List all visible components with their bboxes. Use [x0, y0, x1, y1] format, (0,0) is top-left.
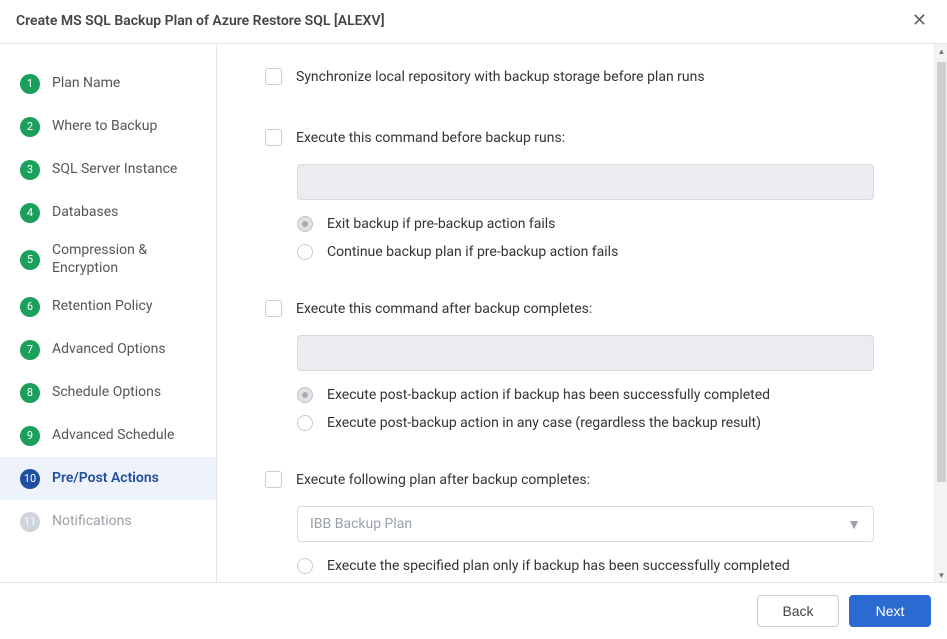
- content-panel: Synchronize local repository with backup…: [217, 44, 934, 582]
- step-label: Where to Backup: [52, 118, 157, 136]
- step-advanced-schedule[interactable]: 9 Advanced Schedule: [0, 414, 216, 457]
- next-plan-radio-success-label: Execute the specified plan only if backu…: [327, 558, 790, 574]
- step-number: 11: [20, 512, 40, 532]
- sync-checkbox[interactable]: [265, 68, 282, 85]
- pre-radio-continue[interactable]: [297, 244, 313, 260]
- post-radio-success-label: Execute post-backup action if backup has…: [327, 387, 770, 403]
- step-number: 2: [20, 117, 40, 137]
- step-plan-name[interactable]: 1 Plan Name: [0, 62, 216, 105]
- next-plan-label: Execute following plan after backup comp…: [296, 472, 590, 488]
- next-plan-row: Execute following plan after backup comp…: [265, 459, 874, 498]
- close-button[interactable]: ✕: [908, 10, 931, 31]
- step-number: 8: [20, 383, 40, 403]
- post-cmd-checkbox[interactable]: [265, 300, 282, 317]
- step-label: Advanced Schedule: [52, 427, 174, 445]
- step-pre-post-actions[interactable]: 10 Pre/Post Actions: [0, 457, 216, 500]
- pre-radio-continue-label: Continue backup plan if pre-backup actio…: [327, 244, 618, 260]
- pre-radio-exit-label: Exit backup if pre-backup action fails: [327, 216, 555, 232]
- chevron-down-icon: ▼: [847, 516, 861, 533]
- step-label: Schedule Options: [52, 384, 161, 402]
- post-radio-any-label: Execute post-backup action in any case (…: [327, 415, 761, 431]
- post-cmd-label: Execute this command after backup comple…: [296, 301, 592, 317]
- step-number: 7: [20, 340, 40, 360]
- wizard-sidebar: 1 Plan Name 2 Where to Backup 3 SQL Serv…: [0, 44, 217, 582]
- dialog-footer: Back Next: [0, 582, 947, 639]
- step-number: 9: [20, 426, 40, 446]
- pre-cmd-input[interactable]: [297, 164, 874, 200]
- next-button[interactable]: Next: [849, 595, 931, 627]
- back-button[interactable]: Back: [757, 595, 839, 627]
- step-label: Plan Name: [52, 75, 120, 93]
- dialog-body: 1 Plan Name 2 Where to Backup 3 SQL Serv…: [0, 44, 947, 582]
- step-label: Compression & Encryption: [52, 242, 206, 277]
- pre-cmd-label: Execute this command before backup runs:: [296, 130, 565, 146]
- post-radio-success[interactable]: [297, 387, 313, 403]
- step-schedule-options[interactable]: 8 Schedule Options: [0, 371, 216, 414]
- step-number: 10: [20, 469, 40, 489]
- post-cmd-row: Execute this command after backup comple…: [265, 288, 874, 327]
- step-label: Pre/Post Actions: [52, 470, 159, 488]
- step-advanced-options[interactable]: 7 Advanced Options: [0, 328, 216, 371]
- post-radio-success-row[interactable]: Execute post-backup action if backup has…: [297, 381, 874, 409]
- step-number: 3: [20, 160, 40, 180]
- close-icon: ✕: [912, 10, 927, 30]
- next-plan-checkbox[interactable]: [265, 471, 282, 488]
- sync-row: Synchronize local repository with backup…: [265, 56, 874, 95]
- step-where-to-backup[interactable]: 2 Where to Backup: [0, 105, 216, 148]
- step-retention-policy[interactable]: 6 Retention Policy: [0, 285, 216, 328]
- post-radio-any-row[interactable]: Execute post-backup action in any case (…: [297, 409, 874, 437]
- next-plan-radio-success[interactable]: [297, 558, 313, 574]
- step-number: 1: [20, 74, 40, 94]
- next-plan-value: IBB Backup Plan: [310, 516, 412, 532]
- pre-cmd-row: Execute this command before backup runs:: [265, 117, 874, 156]
- dialog-header: Create MS SQL Backup Plan of Azure Resto…: [0, 0, 947, 44]
- pre-radio-continue-row[interactable]: Continue backup plan if pre-backup actio…: [297, 238, 874, 266]
- scroll-up-icon[interactable]: ▲: [935, 44, 947, 58]
- step-label: Notifications: [52, 513, 132, 531]
- step-notifications[interactable]: 11 Notifications: [0, 500, 216, 543]
- step-compression-encryption[interactable]: 5 Compression & Encryption: [0, 234, 216, 285]
- step-label: Databases: [52, 204, 118, 222]
- scroll-thumb[interactable]: [937, 62, 946, 482]
- content-outer: Synchronize local repository with backup…: [217, 44, 947, 582]
- pre-cmd-checkbox[interactable]: [265, 129, 282, 146]
- step-databases[interactable]: 4 Databases: [0, 191, 216, 234]
- step-label: Retention Policy: [52, 298, 152, 316]
- step-label: Advanced Options: [52, 341, 166, 359]
- post-cmd-input[interactable]: [297, 335, 874, 371]
- scroll-down-icon[interactable]: ▼: [935, 568, 947, 582]
- step-label: SQL Server Instance: [52, 161, 177, 179]
- step-number: 5: [20, 250, 40, 270]
- pre-radio-exit[interactable]: [297, 216, 313, 232]
- pre-radio-exit-row[interactable]: Exit backup if pre-backup action fails: [297, 210, 874, 238]
- step-sql-server-instance[interactable]: 3 SQL Server Instance: [0, 148, 216, 191]
- step-number: 4: [20, 203, 40, 223]
- dialog-title: Create MS SQL Backup Plan of Azure Resto…: [16, 13, 385, 29]
- next-plan-radio-success-row[interactable]: Execute the specified plan only if backu…: [297, 552, 874, 580]
- scrollbar[interactable]: ▲ ▼: [934, 44, 947, 582]
- step-number: 6: [20, 297, 40, 317]
- next-plan-select[interactable]: IBB Backup Plan ▼: [297, 506, 874, 542]
- form-section: Synchronize local repository with backup…: [217, 44, 922, 580]
- post-radio-any[interactable]: [297, 415, 313, 431]
- sync-label: Synchronize local repository with backup…: [296, 69, 705, 85]
